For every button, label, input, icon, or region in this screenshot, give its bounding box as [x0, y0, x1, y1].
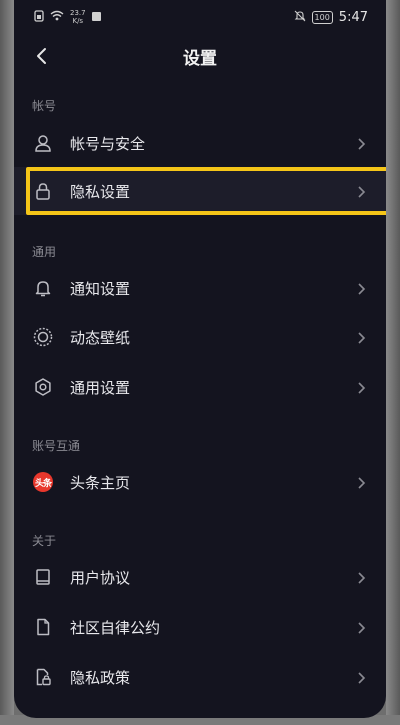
row-label: 头条主页: [70, 473, 131, 492]
row-label: 社区自律公约: [70, 618, 161, 637]
row-privacy-policy[interactable]: 隐私政策: [14, 653, 386, 701]
section-label-general: 通用: [32, 245, 57, 259]
row-label: 动态壁纸: [70, 328, 131, 347]
highlight-box: [26, 167, 386, 215]
wifi-icon: [50, 10, 64, 24]
privacy-doc-icon: [32, 666, 54, 688]
phone-bezel-left: [0, 0, 14, 725]
book-icon: [32, 566, 54, 588]
phone-bezel-right: [386, 0, 400, 725]
row-label: 通知设置: [70, 279, 131, 298]
person-icon: [32, 132, 54, 154]
row-label: 通用设置: [70, 378, 131, 397]
speed-unit: K/s: [72, 17, 84, 25]
page-title: 设置: [183, 48, 217, 69]
clock: 5:47: [338, 9, 368, 25]
section-label-about: 关于: [32, 534, 57, 548]
sim-icon: [34, 9, 44, 25]
network-speed: 23.7 K/s: [70, 9, 86, 25]
bell-icon: [32, 277, 54, 299]
title-bar: 设置: [14, 34, 386, 78]
mute-bell-icon: [294, 10, 306, 25]
row-label: 帐号与安全: [70, 134, 146, 153]
wallpaper-icon: [32, 326, 54, 348]
chevron-right-icon: [354, 670, 368, 684]
row-user-agreement[interactable]: 用户协议: [14, 553, 386, 601]
chevron-right-icon: [354, 330, 368, 344]
speed-value: 23.7: [70, 9, 86, 17]
chevron-right-icon: [354, 475, 368, 489]
gear-icon: [32, 376, 54, 398]
toutiao-logo-text: 头条: [33, 472, 53, 492]
row-notification-settings[interactable]: 通知设置: [14, 264, 386, 312]
chevron-right-icon: [354, 570, 368, 584]
toutiao-logo-icon: 头条: [32, 471, 54, 493]
row-label: 用户协议: [70, 568, 131, 587]
row-community-guidelines[interactable]: 社区自律公约: [14, 603, 386, 651]
phone-screen: 23.7 K/s 100 5:47 设置 帐号 帐号与安全 隐私设置 通用 通知…: [14, 0, 386, 718]
chevron-right-icon: [354, 380, 368, 394]
row-account-security[interactable]: 帐号与安全: [14, 119, 386, 167]
row-general-settings[interactable]: 通用设置: [14, 363, 386, 411]
row-label: 隐私政策: [70, 668, 131, 687]
notification-square-icon: [91, 10, 101, 24]
back-arrow-icon[interactable]: [32, 46, 52, 66]
row-live-wallpaper[interactable]: 动态壁纸: [14, 313, 386, 361]
chevron-right-icon: [354, 136, 368, 150]
chevron-right-icon: [354, 620, 368, 634]
status-bar: 23.7 K/s 100 5:47: [14, 0, 386, 34]
document-icon: [32, 616, 54, 638]
battery-indicator: 100: [311, 10, 333, 24]
section-label-linked: 账号互通: [32, 439, 81, 453]
row-toutiao-homepage[interactable]: 头条 头条主页: [14, 458, 386, 506]
chevron-right-icon: [354, 281, 368, 295]
section-label-account: 帐号: [32, 99, 57, 113]
